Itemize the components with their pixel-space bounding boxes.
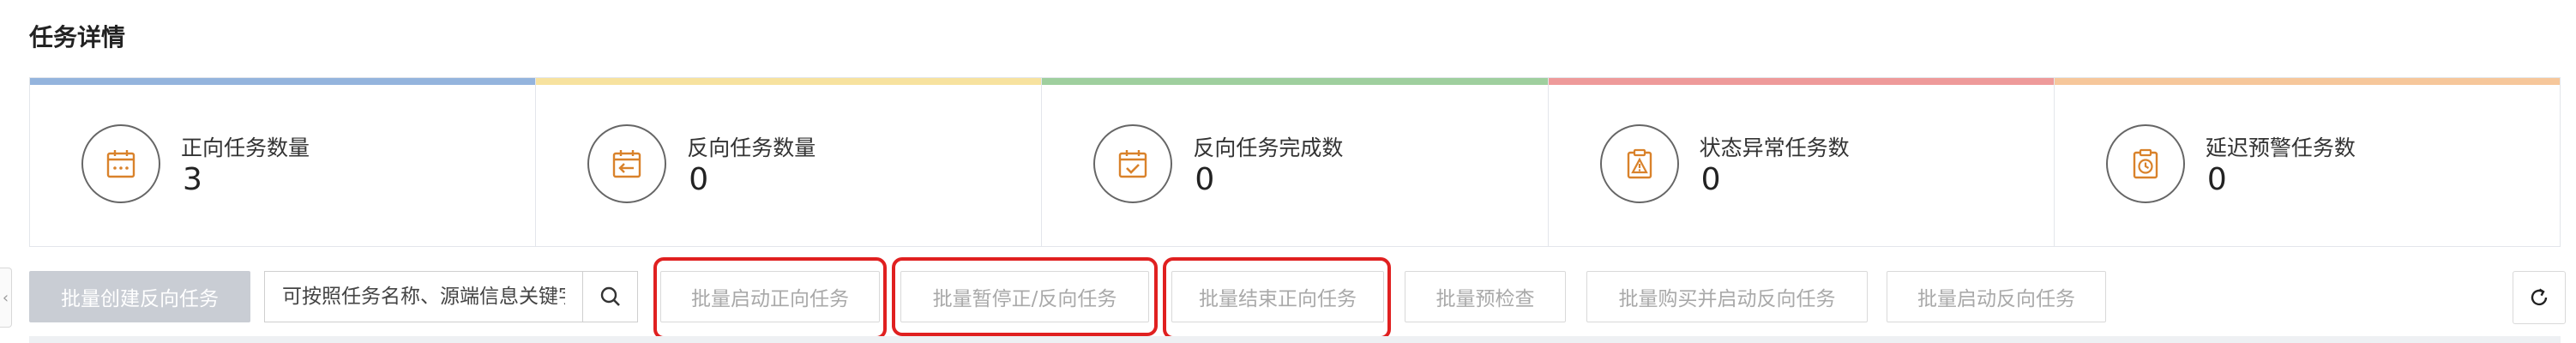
calendar-check-icon — [1093, 124, 1173, 203]
stat-label: 反向任务数量 — [687, 135, 816, 160]
stat-value: 0 — [2206, 162, 2227, 197]
stat-card-color-bar — [536, 78, 1042, 85]
stat-card-color-bar — [30, 78, 536, 85]
search-button[interactable] — [582, 272, 637, 322]
batch-precheck-button[interactable]: 批量预检查 — [1405, 271, 1566, 322]
search-box — [264, 271, 638, 322]
batch-end-forward-button[interactable]: 批量结束正向任务 — [1171, 271, 1384, 322]
chevron-left-icon: ‹ — [2, 288, 9, 307]
stat-card-delay-warning: 延迟预警任务数 0 — [2054, 77, 2561, 247]
search-icon — [600, 286, 620, 306]
stat-card-abnormal: 状态异常任务数 0 — [1548, 77, 2055, 247]
page-title: 任务详情 — [29, 23, 126, 51]
stat-label: 状态异常任务数 — [1699, 135, 1850, 160]
clipboard-warning-icon — [1599, 124, 1679, 203]
batch-start-forward-button[interactable]: 批量启动正向任务 — [660, 271, 880, 322]
action-toolbar: ‹ 批量创建反向任务 批量启动正向任务 批量暂停正/反向任务 批量结束正向任务 … — [0, 268, 2576, 329]
collapse-handle[interactable]: ‹ — [0, 268, 12, 328]
refresh-icon — [2531, 288, 2548, 306]
stat-value: 3 — [183, 162, 202, 197]
batch-start-reverse-button[interactable]: 批量启动反向任务 — [1887, 271, 2106, 322]
batch-buy-start-reverse-button[interactable]: 批量购买并启动反向任务 — [1586, 271, 1868, 322]
stat-label: 延迟预警任务数 — [2205, 135, 2356, 160]
stat-card-color-bar — [1042, 78, 1548, 85]
stat-value: 0 — [689, 162, 709, 197]
calendar-arrow-left-icon — [587, 124, 667, 203]
search-input[interactable] — [265, 272, 582, 322]
stat-card-forward-count: 正向任务数量 3 — [29, 77, 537, 247]
stat-value: 0 — [1195, 162, 1215, 197]
stat-card-color-bar — [2054, 78, 2561, 85]
stat-label: 正向任务数量 — [181, 135, 310, 160]
stat-card-color-bar — [1548, 78, 2054, 85]
stat-card-reverse-completed: 反向任务完成数 0 — [1042, 77, 1549, 247]
table-header-strip — [29, 336, 2561, 343]
stat-card-reverse-count: 反向任务数量 0 — [536, 77, 1043, 247]
batch-pause-button[interactable]: 批量暂停正/反向任务 — [900, 271, 1149, 322]
clipboard-clock-icon — [2105, 124, 2185, 203]
stats-panel: 正向任务数量 3 反向任务数量 0 反向任务完成数 0 状态异常任务数 0 延迟… — [29, 77, 2561, 247]
refresh-button[interactable] — [2513, 271, 2566, 324]
stat-value: 0 — [1700, 162, 1721, 197]
stat-label: 反向任务完成数 — [1193, 135, 1344, 160]
calendar-dots-icon — [81, 124, 160, 203]
batch-create-reverse-button[interactable]: 批量创建反向任务 — [29, 271, 250, 322]
